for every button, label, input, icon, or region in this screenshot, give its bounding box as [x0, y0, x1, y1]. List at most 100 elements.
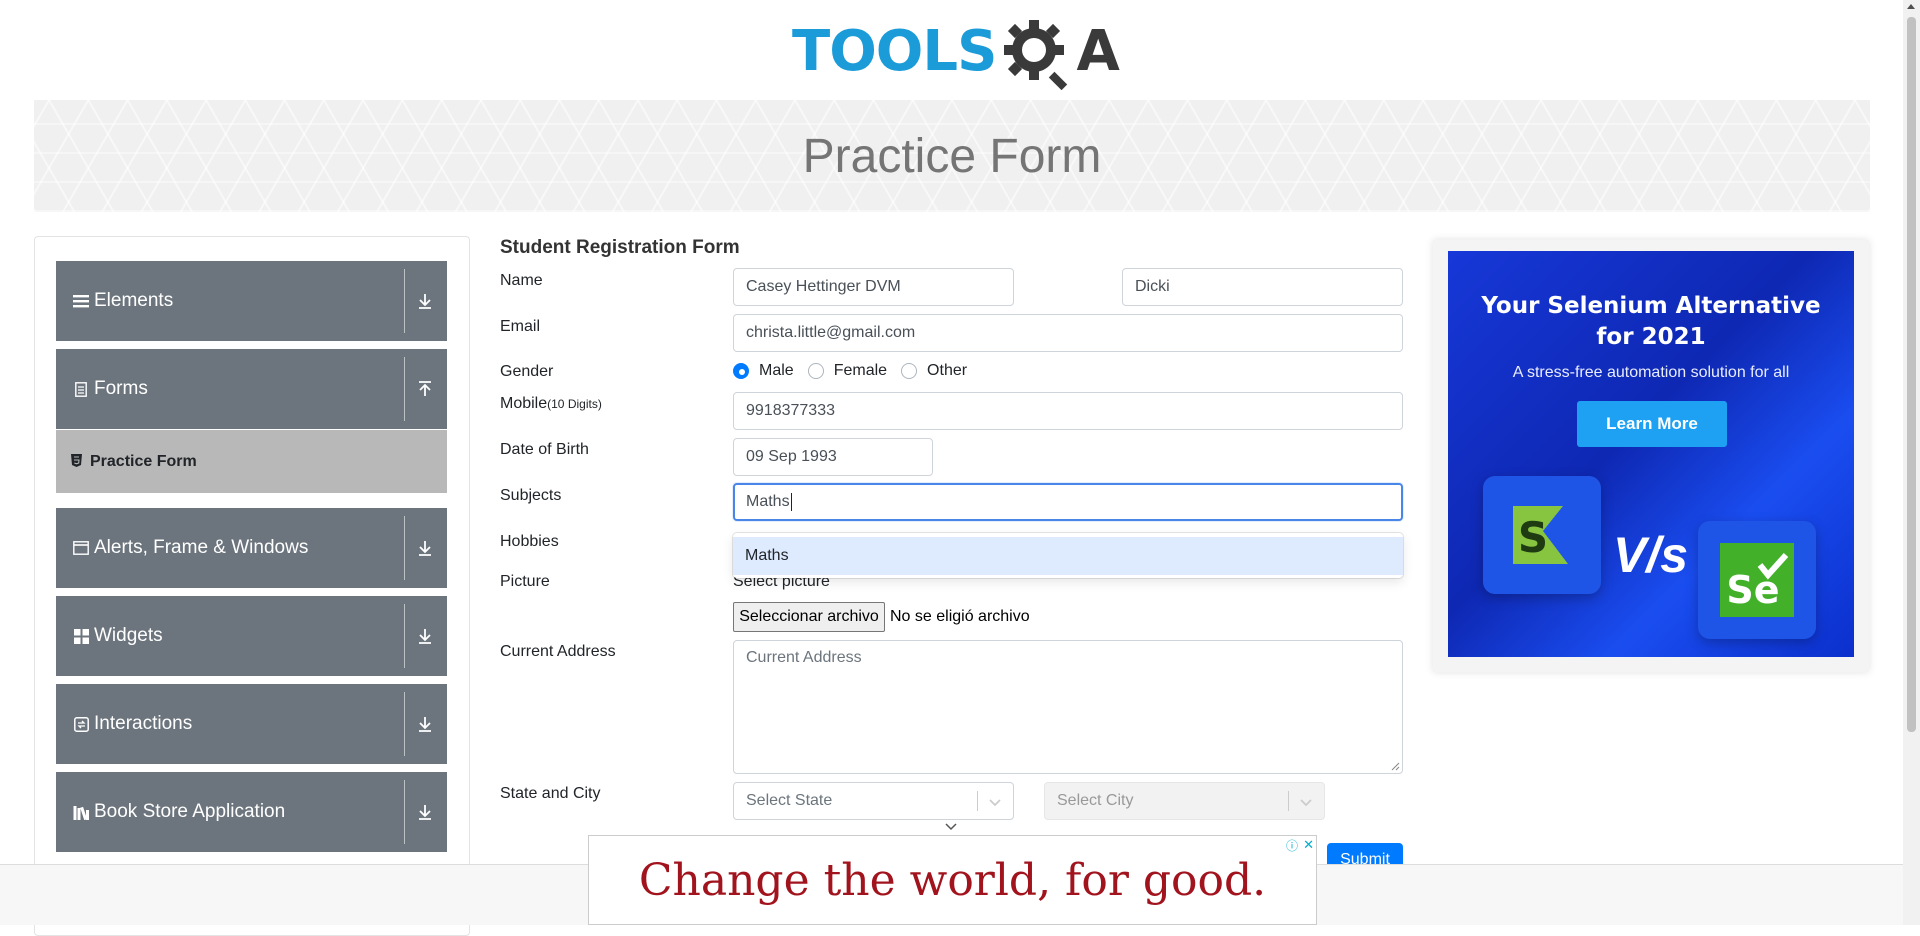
sidebar-group-label: Interactions — [94, 713, 193, 734]
sidebar-group-alerts[interactable]: Alerts, Frame & Windows — [56, 508, 447, 588]
state-select[interactable]: Select State — [733, 782, 1014, 820]
form-title: Student Registration Form — [500, 237, 740, 258]
ad-subtitle: A stress-free automation solution for al… — [1512, 364, 1790, 381]
ad-title: Your Selenium Alternative for 2021 — [1448, 291, 1854, 353]
separator — [404, 516, 405, 580]
separator — [404, 604, 405, 668]
sidebar-group-label: Alerts, Frame & Windows — [94, 537, 309, 558]
file-status: No se eligió archivo — [890, 608, 1030, 625]
chevron-down-icon[interactable] — [987, 794, 1003, 810]
toolsqa-logo[interactable]: TOOLS A — [792, 14, 1120, 90]
choose-file-button[interactable]: Seleccionar archivo — [733, 602, 885, 632]
last-name-input[interactable]: Dicki — [1122, 268, 1403, 306]
scroll-thumb[interactable] — [1907, 17, 1916, 732]
left-sidebar: Elements Forms Practice Form Alerts, Fra… — [34, 236, 470, 936]
sidebar-group-widgets[interactable]: Widgets — [56, 596, 447, 676]
radio-male-label: Male — [759, 362, 794, 379]
subjects-suggestion-menu: Maths — [733, 533, 1403, 578]
sidebar-group-interactions[interactable]: Interactions — [56, 684, 447, 764]
download-arrow-icon[interactable] — [413, 289, 437, 313]
sidebar-group-label: Book Store Application — [94, 801, 286, 822]
state-city-label: State and City — [500, 785, 601, 802]
mobile-hint: (10 Digits) — [547, 397, 602, 411]
scroll-up-arrow-icon[interactable] — [1907, 4, 1915, 9]
bottom-ad-text: Change the world, for good. — [638, 854, 1267, 906]
sidebar-group-forms[interactable]: Forms — [56, 349, 447, 429]
ad-vs-text: V/s — [1613, 527, 1689, 583]
ad-close-icon[interactable]: ✕ — [1303, 837, 1314, 853]
html-icon — [71, 453, 82, 470]
gender-radio-group: Male Female Other — [733, 362, 981, 380]
logo-text-tools: TOOLS — [792, 19, 997, 84]
sidebar-group-book-store[interactable]: Book Store Application — [56, 772, 447, 852]
picture-label: Picture — [500, 573, 550, 590]
resize-handle-icon[interactable] — [1391, 762, 1400, 771]
gender-male-option[interactable]: Male — [733, 362, 794, 380]
select-separator — [977, 791, 978, 811]
logo-text-a: A — [1076, 19, 1119, 84]
download-arrow-icon[interactable] — [413, 536, 437, 560]
sidebar-group-label: Elements — [94, 290, 174, 311]
sidebar-group-elements[interactable]: Elements — [56, 261, 447, 341]
city-placeholder: Select City — [1057, 792, 1134, 809]
books-icon — [72, 803, 90, 821]
radio-female-label: Female — [833, 362, 888, 379]
select-separator — [1288, 791, 1289, 811]
separator — [404, 357, 405, 421]
selenium-logo: Se — [1698, 521, 1816, 639]
separator — [404, 269, 405, 333]
learn-more-button[interactable]: Learn More — [1577, 401, 1727, 447]
mobile-label-text: Mobile — [500, 395, 548, 412]
text-caret — [790, 493, 792, 511]
separator — [404, 780, 405, 844]
katalon-logo: S — [1483, 476, 1601, 594]
city-select[interactable]: Select City — [1044, 782, 1325, 820]
chevron-down-icon[interactable] — [1298, 794, 1314, 810]
dob-input[interactable]: 09 Sep 1993 — [733, 438, 933, 476]
download-arrow-icon[interactable] — [413, 800, 437, 824]
ad-title-line2: for 2021 — [1596, 324, 1706, 350]
page-banner: Practice Form — [34, 100, 1870, 212]
page-scrollbar[interactable] — [1903, 0, 1920, 925]
address-placeholder: Current Address — [746, 649, 862, 666]
mobile-label: Mobile(10 Digits) — [500, 395, 602, 413]
download-arrow-icon[interactable] — [413, 712, 437, 736]
state-placeholder: Select State — [746, 792, 833, 809]
address-label: Current Address — [500, 643, 616, 660]
dob-label: Date of Birth — [500, 441, 589, 458]
current-address-textarea[interactable]: Current Address — [733, 640, 1403, 774]
gender-other-option[interactable]: Other — [901, 362, 967, 380]
subjects-value: Maths — [746, 493, 790, 510]
hobbies-label: Hobbies — [500, 533, 559, 550]
first-name-input[interactable]: Casey Hettinger DVM — [733, 268, 1014, 306]
mobile-input[interactable]: 9918377333 — [733, 392, 1403, 430]
email-input[interactable]: christa.little@gmail.com — [733, 314, 1403, 352]
email-value: christa.little@gmail.com — [746, 324, 916, 341]
document-icon — [72, 380, 90, 398]
download-arrow-icon[interactable] — [413, 624, 437, 648]
sidebar-item-label: Practice Form — [90, 452, 197, 470]
grid-icon — [72, 627, 90, 645]
upload-arrow-icon[interactable] — [413, 377, 437, 401]
collapse-chevron-icon[interactable] — [944, 821, 958, 831]
gender-female-option[interactable]: Female — [807, 362, 888, 380]
ad-info-icon[interactable]: ⓘ — [1286, 837, 1298, 854]
radio-male[interactable] — [733, 363, 749, 379]
name-label: Name — [500, 272, 543, 289]
subjects-suggestion-option[interactable]: Maths — [733, 537, 1403, 575]
logo-gear-icon — [1004, 20, 1068, 90]
subjects-label: Subjects — [500, 487, 562, 504]
interaction-icon — [72, 715, 90, 733]
selenium-alternative-ad[interactable]: Your Selenium Alternative for 2021 A stre… — [1448, 251, 1854, 657]
radio-female[interactable] — [807, 363, 824, 379]
sidebar-item-practice-form[interactable]: Practice Form — [56, 430, 447, 493]
email-label: Email — [500, 318, 541, 335]
subjects-input[interactable]: Maths — [733, 483, 1403, 521]
page-title: Practice Form — [802, 129, 1102, 183]
window-icon — [72, 539, 90, 557]
sidebar-group-label: Widgets — [94, 625, 163, 646]
bottom-banner-ad[interactable]: Change the world, for good. ⓘ ✕ — [588, 835, 1317, 925]
separator — [404, 692, 405, 756]
radio-other[interactable] — [901, 363, 918, 379]
dob-value: 09 Sep 1993 — [746, 448, 837, 465]
